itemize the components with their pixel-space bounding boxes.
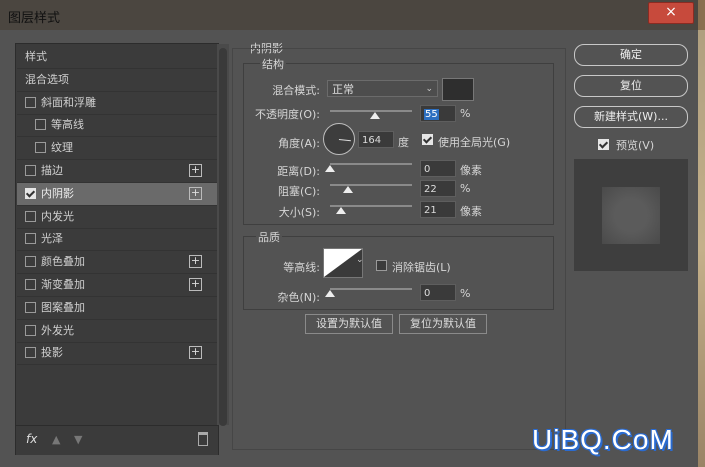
style-item-checkbox[interactable]: [25, 165, 36, 176]
style-item[interactable]: 渐变叠加 +: [17, 274, 217, 297]
style-item-checkbox[interactable]: [25, 347, 36, 359]
style-list-toolbar: fx ▲ ▼: [16, 425, 218, 455]
style-item-checkbox[interactable]: [25, 301, 36, 313]
style-item[interactable]: 外发光: [17, 320, 217, 343]
style-item[interactable]: 样式: [17, 46, 217, 69]
preview-swatch: [602, 187, 660, 244]
style-item-checkbox[interactable]: [25, 256, 36, 268]
style-item-label: 描边: [41, 164, 63, 177]
watermark-text: UiBQ.CoM: [532, 424, 674, 455]
add-effect-icon[interactable]: +: [189, 346, 202, 360]
style-item[interactable]: 等高线: [17, 114, 217, 138]
new-style-button[interactable]: 新建样式(W)...: [574, 106, 688, 128]
arrow-up-icon[interactable]: ▲: [52, 433, 60, 446]
style-item[interactable]: 颜色叠加 +: [17, 251, 217, 275]
style-preview-thumbnail: [574, 159, 688, 271]
preview-checkbox[interactable]: [598, 139, 609, 150]
style-item[interactable]: 投影 +: [17, 342, 217, 366]
style-item-label: 样式: [25, 50, 47, 63]
close-icon: ×: [665, 4, 677, 20]
add-effect-icon[interactable]: +: [189, 278, 202, 291]
scrollbar-thumb[interactable]: [219, 48, 227, 426]
layer-style-dialog: 图层样式 × 样式混合选项斜面和浮雕等高线纹理描边 + 内阴影 + 内发光光泽颜色叠加 +…: [0, 0, 698, 467]
style-list-scrollbar[interactable]: [217, 44, 229, 426]
style-item-label: 渐变叠加: [41, 278, 85, 291]
style-item-checkbox[interactable]: [35, 142, 46, 154]
fx-icon[interactable]: fx: [26, 432, 37, 446]
settings-panel-frame: [232, 48, 566, 450]
reset-button[interactable]: 复位: [574, 75, 688, 97]
style-item[interactable]: 混合选项: [17, 69, 217, 92]
style-item-label: 等高线: [51, 118, 84, 132]
title-bar[interactable]: 图层样式 ×: [0, 0, 698, 30]
style-item[interactable]: 光泽: [17, 228, 217, 252]
style-item-label: 混合选项: [25, 72, 69, 86]
style-list-panel: 样式混合选项斜面和浮雕等高线纹理描边 + 内阴影 + 内发光光泽颜色叠加 + 渐变叠加 + 图案…: [15, 43, 229, 455]
style-item-label: 外发光: [41, 323, 74, 337]
style-item-label: 纹理: [51, 141, 73, 155]
preview-label: 预览(V): [616, 139, 655, 152]
style-item[interactable]: 纹理: [17, 137, 217, 161]
background-image-edge: [698, 30, 705, 467]
add-effect-icon[interactable]: +: [189, 255, 202, 269]
style-item-checkbox[interactable]: [25, 279, 36, 290]
style-item[interactable]: 斜面和浮雕: [17, 92, 217, 115]
style-item[interactable]: 图案叠加: [17, 297, 217, 320]
close-button[interactable]: ×: [648, 2, 694, 24]
add-effect-icon[interactable]: +: [189, 186, 202, 200]
style-item[interactable]: 内阴影 +: [17, 182, 217, 206]
style-item-label: 光泽: [41, 232, 63, 246]
ok-button[interactable]: 确定: [574, 44, 688, 66]
trash-icon[interactable]: [198, 432, 208, 446]
style-item-checkbox[interactable]: [25, 187, 36, 199]
style-item-checkbox[interactable]: [35, 119, 46, 131]
style-item-label: 斜面和浮雕: [41, 95, 96, 109]
add-effect-icon[interactable]: +: [189, 164, 202, 177]
style-item-checkbox[interactable]: [25, 96, 36, 108]
style-item-label: 内发光: [41, 209, 74, 223]
style-item-label: 图案叠加: [41, 300, 85, 314]
style-item-checkbox[interactable]: [25, 233, 36, 245]
style-item[interactable]: 描边 +: [17, 160, 217, 183]
style-item-checkbox[interactable]: [25, 324, 36, 336]
style-item-checkbox[interactable]: [25, 210, 36, 222]
dialog-title: 图层样式: [8, 11, 61, 26]
style-item-label: 投影: [41, 346, 63, 360]
arrow-down-icon[interactable]: ▼: [74, 433, 82, 446]
style-item-label: 颜色叠加: [41, 255, 85, 269]
style-item-label: 内阴影: [41, 186, 74, 200]
style-item[interactable]: 内发光: [17, 206, 217, 229]
